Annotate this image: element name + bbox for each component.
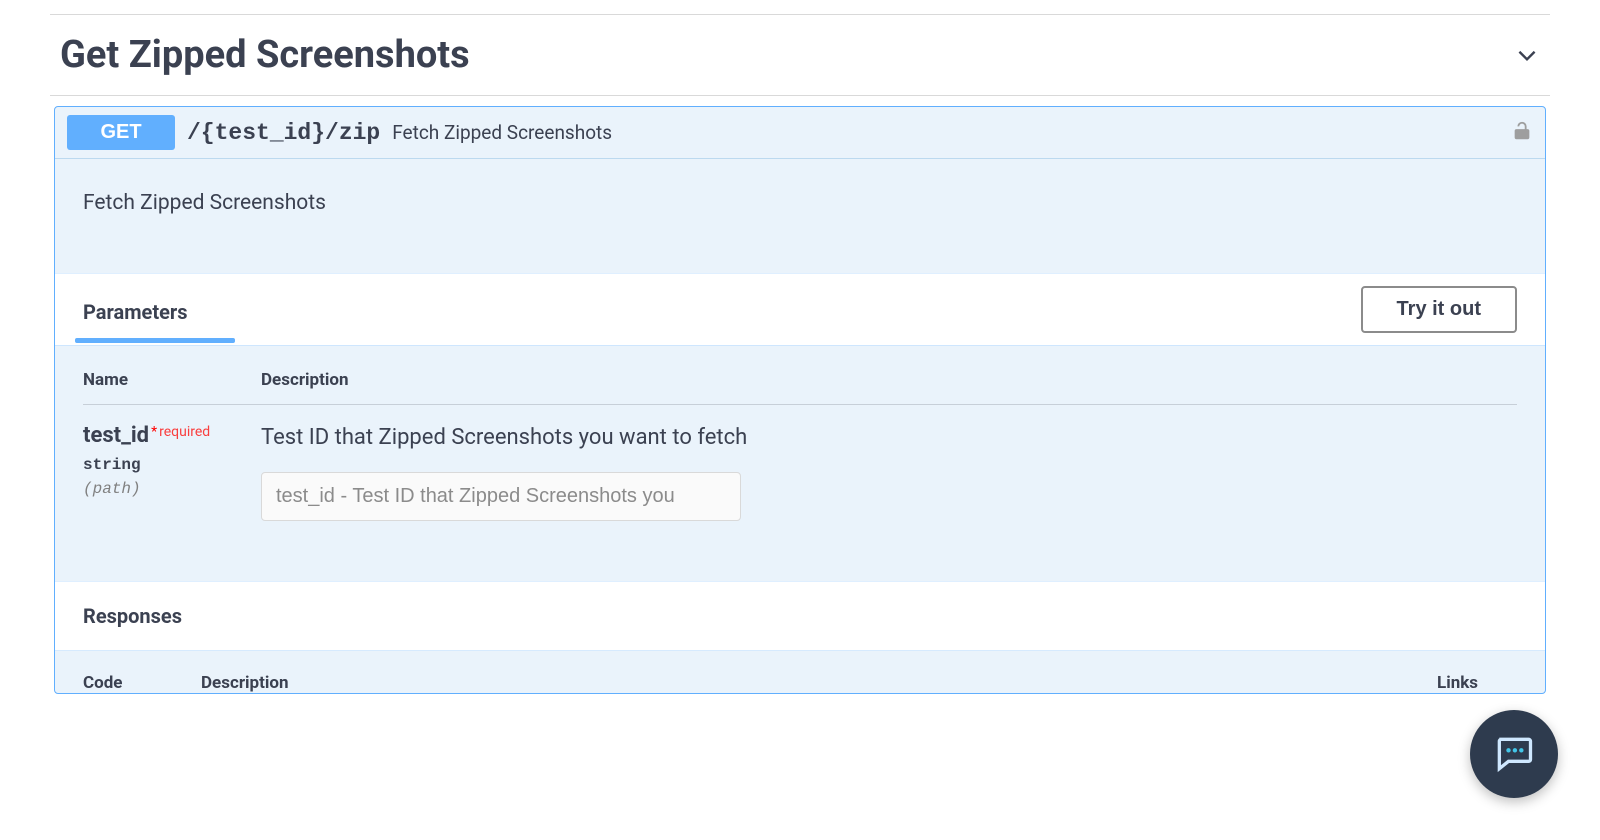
responses-label: Responses: [83, 604, 1517, 628]
required-label: required: [159, 424, 210, 440]
parameter-description: Test ID that Zipped Screenshots you want…: [261, 425, 1517, 450]
operation-description: Fetch Zipped Screenshots: [55, 159, 1545, 273]
tab-parameters[interactable]: Parameters: [83, 290, 187, 342]
column-header-resp-description: Description: [201, 673, 1437, 693]
column-header-code: Code: [83, 673, 201, 693]
parameter-type: string: [83, 456, 261, 474]
parameter-in: (path): [83, 480, 261, 498]
parameter-name: test_id: [83, 423, 149, 448]
column-header-name: Name: [83, 370, 261, 390]
method-badge: GET: [67, 115, 175, 150]
parameter-row: test_id*required string (path) Test ID t…: [83, 423, 1517, 521]
parameter-description-cell: Test ID that Zipped Screenshots you want…: [261, 423, 1517, 521]
operation-block: GET /{test_id}/zip Fetch Zipped Screensh…: [54, 106, 1546, 694]
operation-body: Fetch Zipped Screenshots Parameters Try …: [55, 159, 1545, 693]
responses-table-header: Code Description Links: [55, 651, 1545, 693]
parameters-table: Name Description test_id*required string…: [55, 346, 1545, 581]
parameter-name-cell: test_id*required string (path): [83, 423, 261, 521]
column-header-description: Description: [261, 370, 1517, 390]
chat-widget-button[interactable]: [1470, 710, 1558, 798]
operation-summary-text: Fetch Zipped Screenshots: [392, 121, 1511, 144]
chevron-down-icon: [1514, 42, 1540, 68]
section-header[interactable]: Get Zipped Screenshots: [50, 33, 1550, 96]
column-header-links: Links: [1437, 673, 1517, 693]
operation-path: /{test_id}/zip: [187, 120, 380, 146]
operation-summary[interactable]: GET /{test_id}/zip Fetch Zipped Screensh…: [55, 107, 1545, 159]
section-title: Get Zipped Screenshots: [60, 33, 470, 77]
parameters-tab-row: Parameters Try it out: [55, 273, 1545, 346]
lock-icon[interactable]: [1511, 120, 1533, 146]
responses-header-row: Responses: [55, 581, 1545, 651]
parameter-input[interactable]: [261, 472, 741, 521]
parameters-table-header: Name Description: [83, 370, 1517, 405]
try-it-out-button[interactable]: Try it out: [1361, 286, 1517, 333]
required-star-icon: *: [151, 424, 157, 440]
divider-top: [50, 14, 1550, 15]
